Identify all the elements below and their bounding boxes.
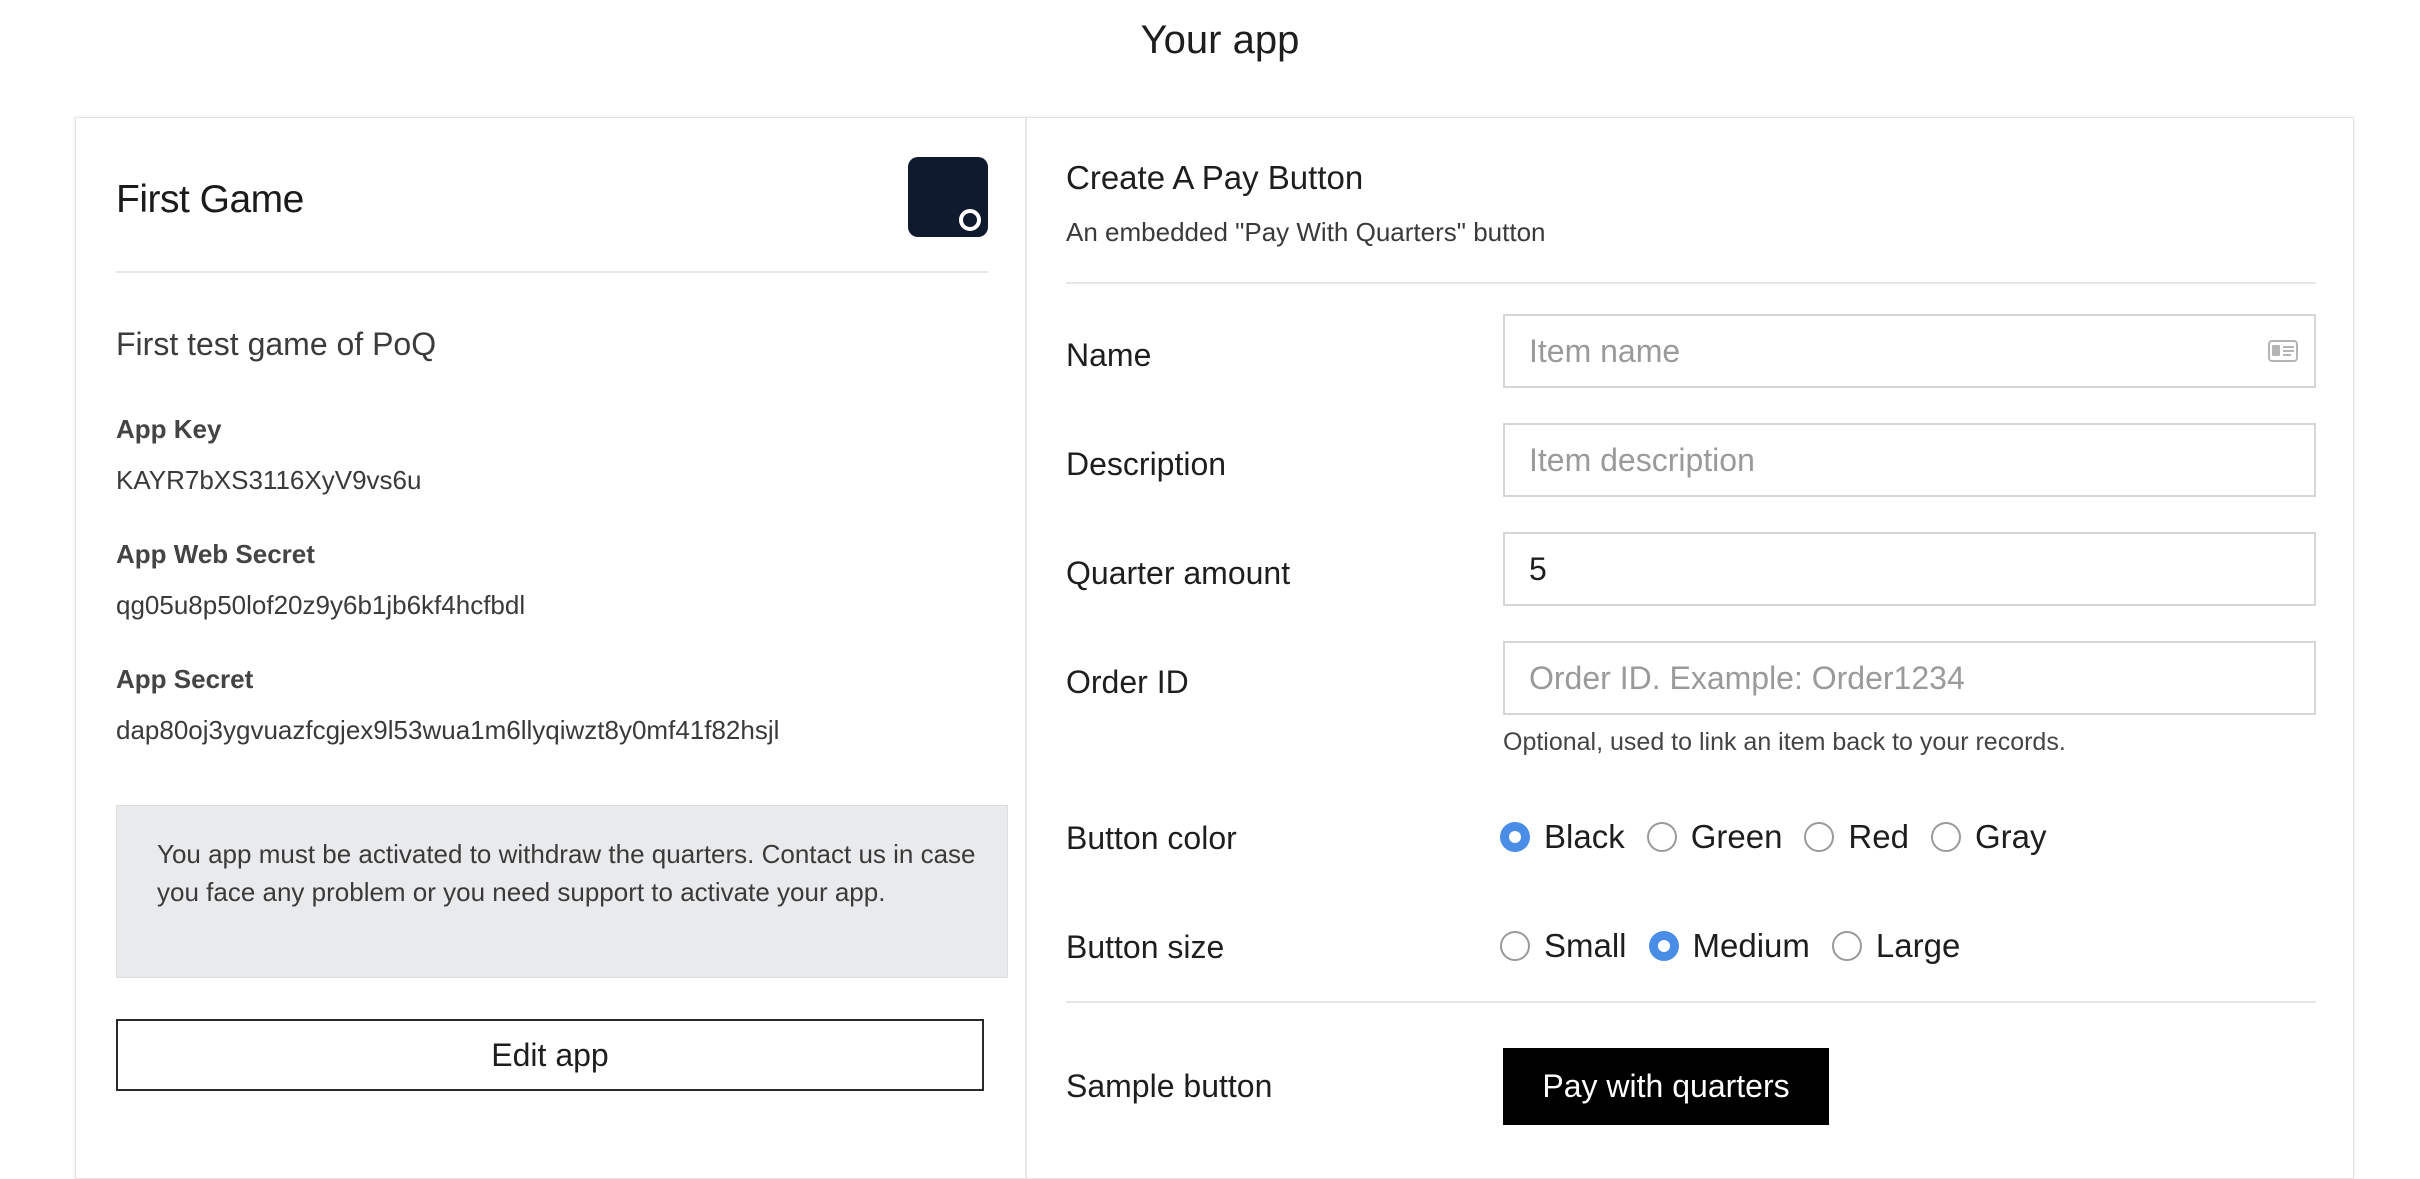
radio-checked-icon[interactable] (1648, 931, 1679, 961)
app-key-label: App Key (116, 414, 222, 444)
page-title: Your app (1140, 18, 1300, 62)
form-subtitle: An embedded "Pay With Quarters" button (1066, 217, 1546, 247)
contact-card-icon (2268, 340, 2298, 362)
color-option-green[interactable]: Green (1646, 818, 1782, 856)
app-name: First Game (116, 178, 304, 221)
sample-button-label: Sample button (1066, 1068, 1273, 1104)
quarter-amount-input[interactable] (1503, 532, 2316, 606)
divider (116, 271, 988, 273)
divider (1066, 282, 2316, 284)
radio-unchecked-icon[interactable] (1646, 822, 1677, 852)
app-logo (908, 157, 988, 237)
radio-checked-icon[interactable] (1500, 822, 1530, 852)
app-web-secret-label: App Web Secret (116, 539, 315, 569)
radio-unchecked-icon[interactable] (1804, 822, 1835, 852)
radio-unchecked-icon[interactable] (1500, 931, 1530, 961)
radio-unchecked-icon[interactable] (1930, 822, 1961, 852)
size-option-small[interactable]: Small (1500, 927, 1627, 965)
description-label: Description (1066, 446, 1227, 482)
button-size-group: Small Medium Large (1500, 927, 1982, 965)
button-color-label: Button color (1066, 820, 1237, 856)
name-input[interactable] (1503, 314, 2316, 388)
color-option-red[interactable]: Red (1804, 818, 1909, 856)
quarter-amount-label: Quarter amount (1066, 555, 1291, 591)
button-color-group: Black Green Red Gray (1500, 818, 2068, 856)
pay-with-quarters-button[interactable]: Pay with quarters (1503, 1048, 1829, 1125)
size-option-medium[interactable]: Medium (1648, 927, 1810, 965)
button-size-label: Button size (1066, 929, 1225, 965)
description-input[interactable] (1503, 423, 2316, 497)
form-title: Create A Pay Button (1066, 159, 1364, 196)
activation-notice: You app must be activated to withdraw th… (116, 805, 1008, 978)
radio-unchecked-icon[interactable] (1831, 931, 1862, 961)
app-key-value: KAYR7bXS3116XyV9vs6u (116, 465, 422, 495)
app-web-secret-value: qg05u8p50lof20z9y6b1jb6kf4hcfbdl (116, 590, 526, 620)
app-description: First test game of PoQ (116, 326, 437, 362)
quarter-icon (959, 209, 981, 231)
app-secret-value: dap80oj3ygvuazfcgjex9l53wua1m6llyqiwzt8y… (116, 715, 780, 745)
size-option-large[interactable]: Large (1831, 927, 1960, 965)
order-id-label: Order ID (1066, 664, 1189, 700)
divider (1066, 1001, 2316, 1003)
panel-divider (1025, 118, 1027, 1178)
app-card: First Game First test game of PoQ App Ke… (75, 117, 2354, 1179)
color-option-gray[interactable]: Gray (1930, 818, 2046, 856)
name-label: Name (1066, 337, 1152, 373)
color-option-black[interactable]: Black (1500, 818, 1625, 856)
order-id-help: Optional, used to link an item back to y… (1503, 728, 2066, 756)
order-id-input[interactable] (1503, 641, 2316, 715)
app-secret-label: App Secret (116, 664, 254, 694)
edit-app-button[interactable]: Edit app (116, 1019, 984, 1091)
